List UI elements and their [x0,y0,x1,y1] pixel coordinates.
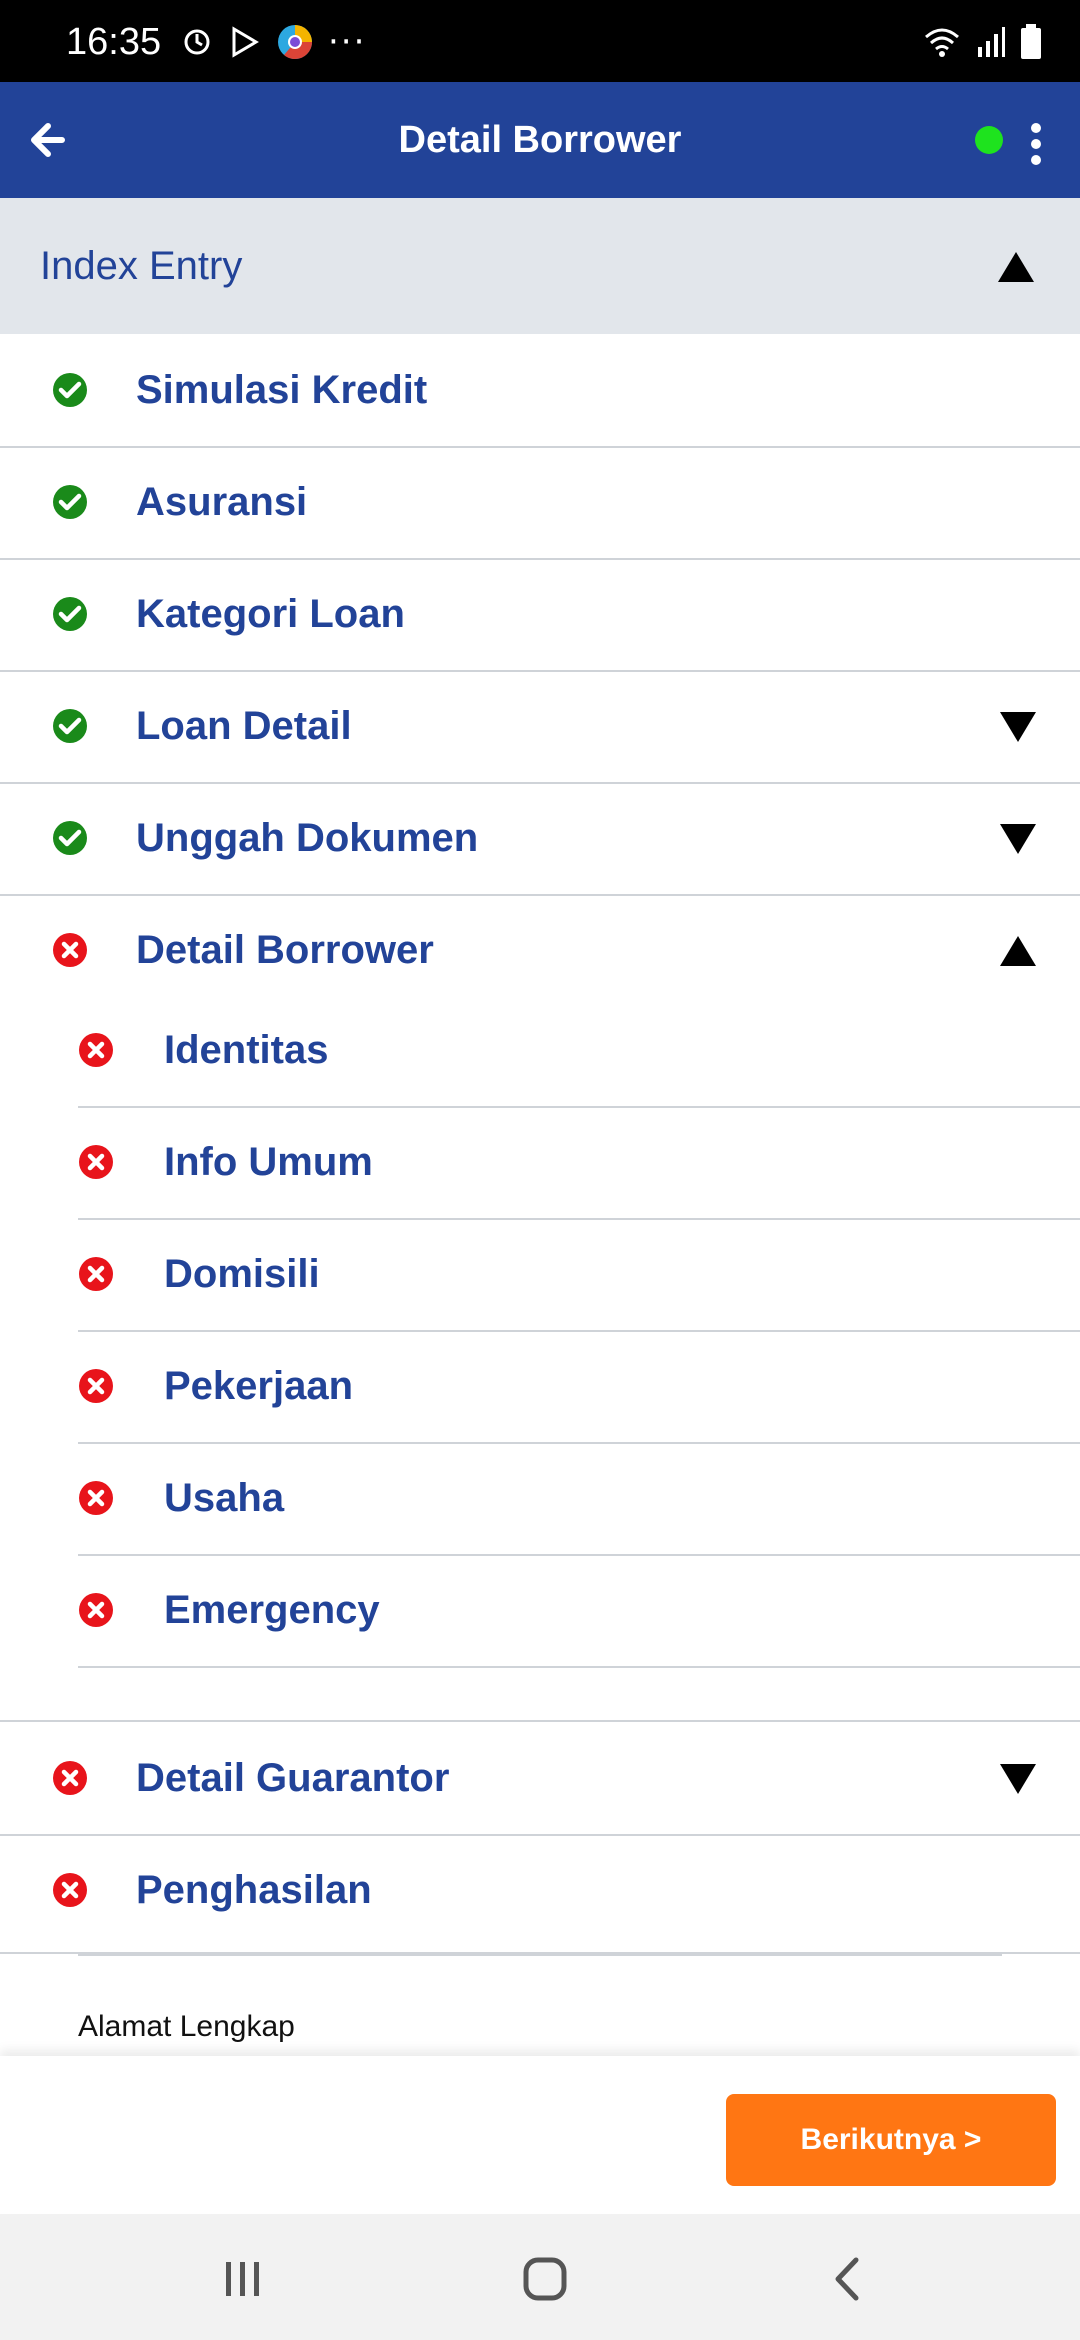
play-store-icon [232,26,259,58]
list-item-label: Kategori Loan [136,592,405,636]
list-item-label: Loan Detail [136,704,352,748]
sync-icon [184,29,210,55]
expand-down-icon[interactable] [998,822,1038,856]
expand-down-icon[interactable] [998,710,1038,744]
subitem-emergency[interactable]: Emergency [78,1554,1080,1668]
recent-apps-icon[interactable] [208,2244,278,2314]
status-time: 16:35 [66,21,162,63]
collapse-up-icon[interactable] [998,934,1038,968]
error-circle-icon [53,933,87,967]
alamat-lengkap-label: Alamat Lengkap [78,2010,295,2043]
check-circle-icon [53,597,87,631]
subitem-identitas[interactable]: Identitas [78,994,1080,1108]
list-item-asuransi[interactable]: Asuransi [0,446,1080,560]
list-item-kategori-loan[interactable]: Kategori Loan [0,558,1080,672]
more-notifications-icon: ··· [328,22,367,62]
subitem-label: Usaha [164,1476,285,1520]
next-button[interactable]: Berikutnya > [726,2094,1056,2186]
status-left-icons: ··· [180,18,366,66]
subitem-label: Identitas [164,1028,329,1072]
collapse-up-icon[interactable] [996,250,1036,284]
list-item-detail-guarantor[interactable]: Detail Guarantor [0,1722,1080,1836]
online-status-dot [975,126,1003,154]
index-entry-header[interactable]: Index Entry [0,198,1080,334]
chrome-icon [278,25,313,60]
error-circle-icon [53,1873,87,1907]
list-item-loan-detail[interactable]: Loan Detail [0,670,1080,784]
check-circle-icon [53,821,87,855]
subitem-domisili[interactable]: Domisili [78,1218,1080,1332]
subitem-label: Emergency [164,1588,380,1632]
field-divider [78,1954,1002,1956]
error-circle-icon [79,1593,113,1627]
list-item-label: Unggah Dokumen [136,816,479,860]
section-title: Index Entry [40,244,243,288]
status-right-icons [922,18,1042,66]
error-circle-icon [79,1369,113,1403]
check-circle-icon [53,709,87,743]
error-circle-icon [79,1033,113,1067]
list-item-detail-borrower[interactable]: Detail Borrower [0,894,1080,1006]
list-item-unggah-dokumen[interactable]: Unggah Dokumen [0,782,1080,896]
check-circle-icon [53,485,87,519]
subitem-usaha[interactable]: Usaha [78,1442,1080,1556]
page-title: Detail Borrower [398,119,682,161]
error-circle-icon [79,1257,113,1291]
list-item-label: Detail Borrower [136,928,434,972]
error-circle-icon [53,1761,87,1795]
back-icon[interactable] [814,2244,884,2314]
expand-down-icon[interactable] [998,1762,1038,1796]
wifi-icon [925,28,959,57]
list-item-penghasilan[interactable]: Penghasilan [0,1834,1080,1954]
bottom-action-bar: Berikutnya > [0,2056,1080,2214]
subitem-pekerjaan[interactable]: Pekerjaan [78,1330,1080,1444]
signal-icon [978,27,1005,57]
list-item-label: Simulasi Kredit [136,368,428,412]
list-item-label: Penghasilan [136,1868,372,1912]
subitem-label: Info Umum [164,1140,373,1184]
list-item-simulasi-kredit[interactable]: Simulasi Kredit [0,334,1080,448]
subitem-label: Domisili [164,1252,320,1296]
list-item-label: Detail Guarantor [136,1756,450,1800]
battery-icon [1021,24,1041,59]
subitem-info-umum[interactable]: Info Umum [78,1106,1080,1220]
error-circle-icon [79,1145,113,1179]
status-bar: 16:35 ··· [0,0,1080,82]
check-circle-icon [53,373,87,407]
home-icon[interactable] [510,2244,580,2314]
more-options-icon[interactable] [1026,120,1046,168]
subitem-label: Pekerjaan [164,1364,354,1408]
app-bar: Detail Borrower [0,82,1080,198]
error-circle-icon [79,1481,113,1515]
list-item-label: Asuransi [136,480,308,524]
system-nav-bar [0,2214,1080,2340]
